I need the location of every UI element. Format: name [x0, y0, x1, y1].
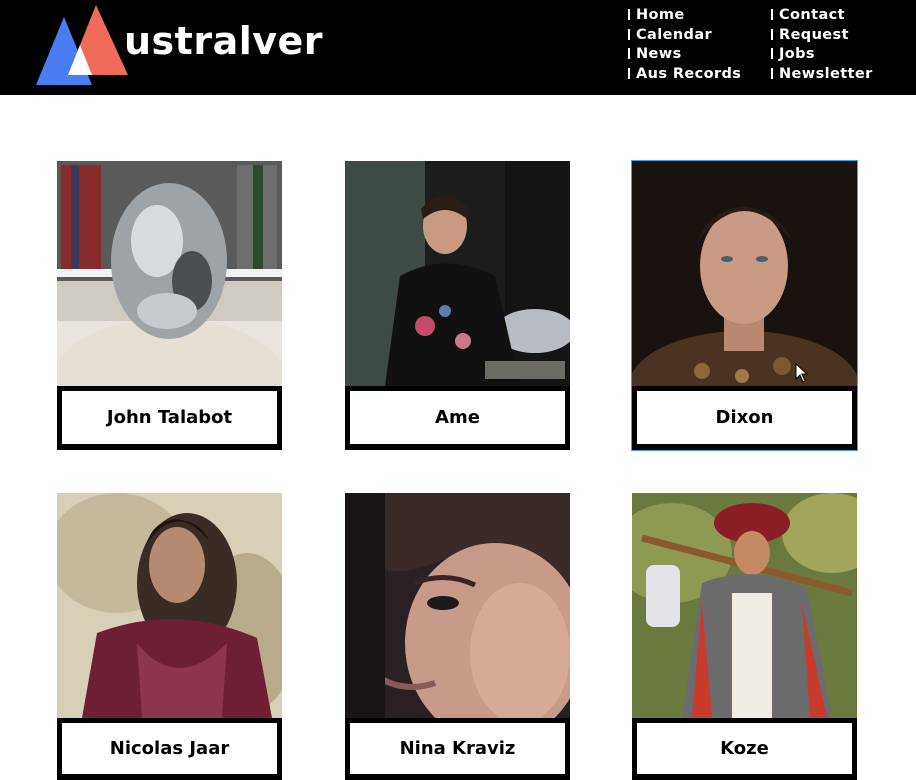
nav-link-calendar[interactable]: Calendar	[628, 26, 741, 46]
artist-card-john-talabot[interactable]: John Talabot	[57, 161, 282, 450]
nav-label: Newsletter	[779, 65, 873, 82]
artist-photo	[632, 161, 857, 386]
artist-photo	[345, 161, 570, 386]
artist-name-box: Nina Kraviz	[345, 718, 570, 780]
artist-name-box: Koze	[632, 718, 857, 780]
nav-divider	[628, 48, 630, 59]
nav-link-newsletter[interactable]: Newsletter	[771, 65, 873, 85]
nav-link-request[interactable]: Request	[771, 26, 873, 46]
site-logo[interactable]: ustralver	[34, 3, 324, 87]
logo-text: ustralver	[124, 19, 324, 63]
artist-card-koze[interactable]: Koze	[632, 493, 857, 780]
site-header: ustralver Home Calendar News Aus Records…	[0, 0, 916, 95]
nav-divider	[771, 67, 773, 79]
artist-name-box: Ame	[345, 386, 570, 450]
nav-divider	[628, 9, 630, 20]
nav-divider	[771, 28, 773, 40]
artist-name: Dixon	[637, 391, 852, 444]
artist-name: Koze	[637, 723, 852, 774]
nav-label: Home	[636, 7, 685, 23]
artist-name-box: Dixon	[632, 386, 857, 450]
nav-link-news[interactable]: News	[628, 45, 741, 65]
artist-card-nicolas-jaar[interactable]: Nicolas Jaar	[57, 493, 282, 780]
artist-name: Nicolas Jaar	[62, 723, 277, 774]
nav-link-home[interactable]: Home	[628, 6, 741, 26]
nav-label: Contact	[779, 7, 845, 23]
nav-column-secondary: Contact Request Jobs Newsletter	[771, 6, 873, 84]
artist-photo	[57, 493, 282, 718]
nav-divider	[771, 48, 773, 59]
artist-card-dixon[interactable]: Dixon	[631, 160, 858, 451]
artist-name-box: Nicolas Jaar	[57, 718, 282, 780]
artist-photo	[345, 493, 570, 718]
nav-column-primary: Home Calendar News Aus Records	[628, 6, 741, 84]
nav-divider	[771, 9, 773, 20]
artist-photo	[632, 493, 857, 718]
artist-name: John Talabot	[62, 391, 277, 444]
nav-divider	[628, 28, 630, 40]
nav-label: Aus Records	[636, 65, 742, 82]
artist-name: Ame	[350, 391, 565, 444]
nav-label: Jobs	[779, 46, 815, 62]
artist-photo	[57, 161, 282, 386]
nav-label: Request	[779, 26, 849, 43]
nav-link-contact[interactable]: Contact	[771, 6, 873, 26]
nav-label: News	[636, 46, 682, 62]
nav-link-aus-records[interactable]: Aus Records	[628, 65, 741, 85]
artist-card-nina-kraviz[interactable]: Nina Kraviz	[345, 493, 570, 780]
artist-name-box: John Talabot	[57, 386, 282, 450]
logo-triangles-icon	[36, 5, 128, 85]
artist-card-ame[interactable]: Ame	[345, 161, 570, 450]
nav-label: Calendar	[636, 26, 713, 43]
nav-link-jobs[interactable]: Jobs	[771, 45, 873, 65]
artist-name: Nina Kraviz	[350, 723, 565, 774]
nav-divider	[628, 67, 630, 79]
